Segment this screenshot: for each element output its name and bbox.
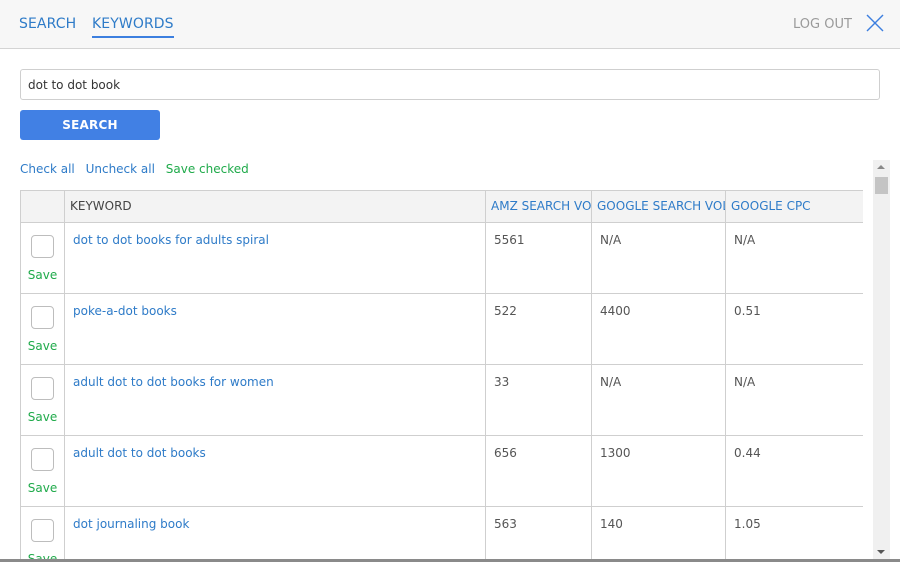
keyword-link[interactable]: dot journaling book [73, 517, 189, 531]
top-nav-bar: SEARCH KEYWORDS LOG OUT [0, 0, 900, 49]
google-cpc-cell: N/A [725, 222, 863, 294]
select-cell: Save [20, 222, 65, 294]
check-all-link[interactable]: Check all [20, 162, 75, 176]
google-search-vol-cell: N/A [591, 364, 726, 436]
save-link[interactable]: Save [21, 339, 64, 353]
keyword-cell: adult dot to dot books for women [64, 364, 486, 436]
logout-link[interactable]: LOG OUT [793, 17, 852, 32]
amz-search-vol-cell: 563 [485, 506, 592, 562]
amz-search-vol-cell: 5561 [485, 222, 592, 294]
select-cell: Save [20, 506, 65, 562]
column-header-keyword: KEYWORD [64, 190, 486, 223]
table-row: Save poke-a-dot books 522 4400 0.51 [20, 293, 863, 365]
save-link[interactable]: Save [21, 410, 64, 424]
google-cpc-cell: 0.51 [725, 293, 863, 365]
column-header-select [20, 190, 65, 223]
keyword-cell: dot to dot books for adults spiral [64, 222, 486, 294]
keyword-link[interactable]: adult dot to dot books [73, 446, 206, 460]
row-checkbox[interactable] [31, 448, 54, 471]
row-checkbox[interactable] [31, 377, 54, 400]
keyword-link[interactable]: adult dot to dot books for women [73, 375, 274, 389]
google-search-vol-cell: 4400 [591, 293, 726, 365]
table-row: Save adult dot to dot books 656 1300 0.4… [20, 435, 863, 507]
google-cpc-cell: N/A [725, 364, 863, 436]
row-checkbox[interactable] [31, 235, 54, 258]
keyword-link[interactable]: dot to dot books for adults spiral [73, 233, 269, 247]
column-header-google-search-vol[interactable]: GOOGLE SEARCH VOL [591, 190, 726, 223]
google-search-vol-cell: 1300 [591, 435, 726, 507]
scrollbar-thumb[interactable] [875, 177, 888, 194]
tab-keywords[interactable]: KEYWORDS [92, 16, 174, 38]
google-search-vol-cell: N/A [591, 222, 726, 294]
keyword-cell: poke-a-dot books [64, 293, 486, 365]
keywords-table-container: KEYWORD AMZ SEARCH VOL GOOGLE SEARCH VOL… [20, 190, 863, 562]
search-button[interactable]: SEARCH [20, 110, 160, 140]
keyword-cell: dot journaling book [64, 506, 486, 562]
google-search-vol-cell: 140 [591, 506, 726, 562]
column-header-google-cpc[interactable]: GOOGLE CPC [725, 190, 863, 223]
row-checkbox[interactable] [31, 306, 54, 329]
close-icon [866, 14, 884, 32]
close-button[interactable] [866, 14, 884, 32]
amz-search-vol-cell: 522 [485, 293, 592, 365]
google-cpc-cell: 1.05 [725, 506, 863, 562]
save-link[interactable]: Save [21, 268, 64, 282]
tab-search[interactable]: SEARCH [19, 16, 76, 32]
scroll-up-arrow-icon[interactable] [877, 165, 885, 169]
keyword-link[interactable]: poke-a-dot books [73, 304, 177, 318]
table-row: Save dot journaling book 563 140 1.05 [20, 506, 863, 562]
table-header-row: KEYWORD AMZ SEARCH VOL GOOGLE SEARCH VOL… [20, 190, 863, 223]
uncheck-all-link[interactable]: Uncheck all [86, 162, 155, 176]
table-row: Save adult dot to dot books for women 33… [20, 364, 863, 436]
keywords-table: KEYWORD AMZ SEARCH VOL GOOGLE SEARCH VOL… [20, 190, 863, 562]
select-cell: Save [20, 293, 65, 365]
column-header-amz-search-vol[interactable]: AMZ SEARCH VOL [485, 190, 592, 223]
google-cpc-cell: 0.44 [725, 435, 863, 507]
select-cell: Save [20, 364, 65, 436]
bulk-actions: Check all Uncheck all Save checked [20, 162, 256, 176]
search-input[interactable] [20, 69, 880, 100]
select-cell: Save [20, 435, 65, 507]
vertical-scrollbar[interactable] [873, 160, 890, 562]
amz-search-vol-cell: 656 [485, 435, 592, 507]
table-row: Save dot to dot books for adults spiral … [20, 222, 863, 294]
scroll-down-arrow-icon[interactable] [877, 550, 885, 554]
save-link[interactable]: Save [21, 481, 64, 495]
keyword-cell: adult dot to dot books [64, 435, 486, 507]
save-checked-link[interactable]: Save checked [166, 162, 249, 176]
row-checkbox[interactable] [31, 519, 54, 542]
amz-search-vol-cell: 33 [485, 364, 592, 436]
